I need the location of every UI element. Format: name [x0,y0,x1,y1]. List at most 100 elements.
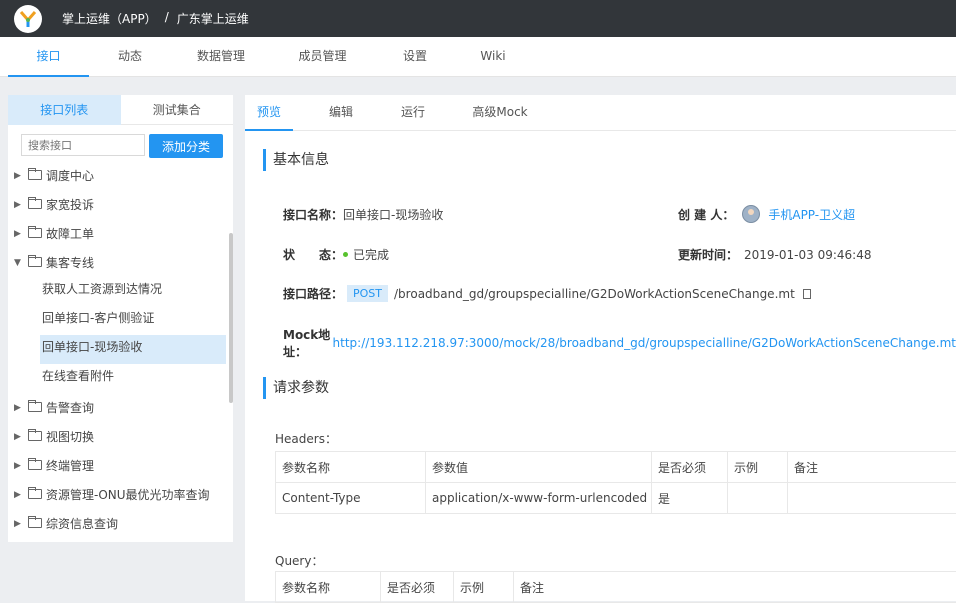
updated-value: 2019-01-03 09:46:48 [744,248,871,262]
folder-label: 终端管理 [46,457,94,474]
breadcrumb: 掌上运维（APP） / 广东掌上运维 [62,10,249,27]
status-label: 状 态： [283,246,343,263]
mock-url-link[interactable]: http://193.112.218.97:3000/mock/28/broad… [333,336,956,350]
path-label: 接口路径： [283,285,343,302]
tree-folder[interactable]: ▶ 视图切换 [8,422,233,451]
table-cell [788,483,956,514]
column-header: 是否必须 [652,452,728,483]
folder-label: 视图切换 [46,428,94,445]
tab-wiki[interactable]: Wiki [470,37,516,77]
caret-right-icon: ▶ [14,171,28,181]
breadcrumb-group[interactable]: 广东掌上运维 [177,10,249,27]
add-category-button[interactable]: 添加分类 [149,134,223,158]
tree-interface-item-selected[interactable]: 回单接口-现场验收 [40,335,226,364]
table-cell: application/x-www-form-urlencoded [426,483,652,514]
interface-name-label: 接口名称： [283,206,343,223]
tab-edit[interactable]: 编辑 [317,95,365,131]
interface-name-row: 接口名称： 回单接口-现场验收 [283,206,443,223]
status-dot-icon [343,252,348,257]
logo-icon[interactable] [14,5,42,33]
column-header: 参数值 [426,452,652,483]
status-row: 状 态： 已完成 [283,246,389,263]
table-header-row: 参数名称 参数值 是否必须 示例 备注 [276,452,956,483]
tree-folder[interactable]: ▶ 资源管理-ONU最优光功率查询 [8,480,233,509]
caret-right-icon: ▶ [14,461,28,471]
caret-right-icon: ▶ [14,490,28,500]
main-panel: 预览 编辑 运行 高级Mock 基本信息 接口名称： 回单接口-现场验收 创 建… [245,95,956,601]
folder-label: 调度中心 [46,167,94,184]
mock-label: Mock地址： [283,326,333,360]
folder-icon [28,199,42,209]
tree-interface-item[interactable]: 回单接口-客户侧验证 [40,306,226,335]
interface-tabs: 预览 编辑 运行 高级Mock [245,95,956,131]
table-row: Content-Type application/x-www-form-urle… [276,483,956,514]
query-label: Query： [275,552,323,569]
tree-folder[interactable]: ▶ 家宽投诉 [8,190,233,219]
top-bar: 掌上运维（APP） / 广东掌上运维 [0,0,956,37]
column-header: 是否必须 [381,572,454,603]
caret-down-icon: ▼ [14,258,28,268]
avatar[interactable] [742,205,760,223]
mock-row: Mock地址： http://193.112.218.97:3000/mock/… [283,326,956,360]
sidebar-scrollbar[interactable] [229,233,233,403]
folder-icon [28,460,42,470]
folder-icon [28,170,42,180]
tab-members[interactable]: 成员管理 [285,37,360,77]
path-row: 接口路径： POST /broadband_gd/groupspeciallin… [283,285,811,302]
tree-interface-item[interactable]: 获取人工资源到达情况 [40,277,226,306]
tab-advanced-mock[interactable]: 高级Mock [467,95,533,131]
column-header: 示例 [728,452,788,483]
tab-data-management[interactable]: 数据管理 [185,37,257,77]
tab-run[interactable]: 运行 [389,95,437,131]
copy-icon[interactable] [803,289,811,299]
folder-label: 集客专线 [46,254,94,271]
caret-right-icon: ▶ [14,229,28,239]
folder-icon [28,228,42,238]
tab-interface[interactable]: 接口 [8,37,89,77]
table-header-row: 参数名称 是否必须 示例 备注 [276,572,956,603]
tree-interface-item[interactable]: 在线查看附件 [40,364,226,393]
table-cell: 是 [652,483,728,514]
column-header: 备注 [514,572,956,603]
folder-label: 告警查询 [46,399,94,416]
method-badge: POST [347,285,388,302]
tab-activity[interactable]: 动态 [95,37,165,77]
folder-icon [28,402,42,412]
creator-link[interactable]: 手机APP-卫义超 [768,206,855,223]
search-input[interactable] [21,134,145,156]
status-value: 已完成 [353,246,389,263]
tab-interface-list[interactable]: 接口列表 [8,95,121,125]
table-cell [728,483,788,514]
column-header: 示例 [454,572,514,603]
tab-settings[interactable]: 设置 [390,37,440,77]
folder-label: 资源管理-ONU最优光功率查询 [46,486,210,503]
folder-icon [28,518,42,528]
column-header: 备注 [788,452,956,483]
request-params-title: 请求参数 [263,377,329,399]
query-table: 参数名称 是否必须 示例 备注 [275,571,956,603]
updated-label: 更新时间： [678,246,738,263]
breadcrumb-project[interactable]: 掌上运维（APP） [62,10,157,27]
caret-right-icon: ▶ [14,200,28,210]
tab-test-collection[interactable]: 测试集合 [121,95,234,125]
creator-label: 创 建 人： [678,206,734,223]
tree-folder[interactable]: ▶ 终端管理 [8,451,233,480]
tree-folder[interactable]: ▶综资信息查询 [8,509,233,538]
creator-row: 创 建 人： 手机APP-卫义超 [678,205,855,223]
caret-right-icon: ▶ [14,432,28,442]
basic-info-title: 基本信息 [263,149,329,171]
caret-right-icon: ▶ [14,519,28,529]
breadcrumb-separator: / [165,10,169,27]
tab-preview[interactable]: 预览 [245,95,293,131]
tree-folder[interactable]: ▶故障工单 [8,219,233,248]
tree-folder-expanded[interactable]: ▼ 集客专线 [8,248,233,277]
interface-name-value: 回单接口-现场验收 [343,206,443,223]
column-header: 参数名称 [276,572,381,603]
path-value: /broadband_gd/groupspecialline/G2DoWorkA… [394,287,795,301]
column-header: 参数名称 [276,452,426,483]
tree-folder[interactable]: ▶ 调度中心 [8,161,233,190]
folder-label: 家宽投诉 [46,196,94,213]
headers-label: Headers： [275,430,337,447]
tree-folder[interactable]: ▶告警查询 [8,393,233,422]
project-tabs: 接口 动态 数据管理 成员管理 设置 Wiki [0,37,956,77]
